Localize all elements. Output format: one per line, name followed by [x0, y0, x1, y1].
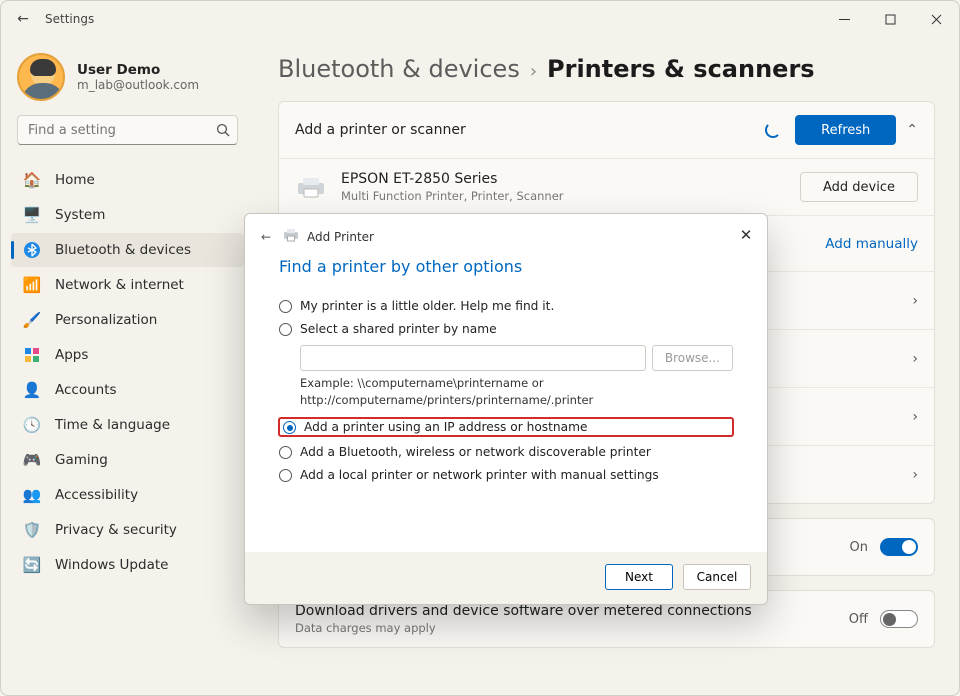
option-local-manual[interactable]: Add a local printer or network printer w…: [279, 468, 733, 482]
dialog-close-button[interactable]: ✕: [735, 224, 757, 246]
profile-block[interactable]: User Demo m_lab@outlook.com: [11, 51, 244, 115]
nav-list: 🏠Home 🖥️System Bluetooth & devices 📶Netw…: [11, 163, 244, 582]
dialog-options: My printer is a little older. Help me fi…: [245, 290, 767, 491]
refresh-button[interactable]: Refresh: [795, 115, 896, 145]
brush-icon: 🖌️: [23, 311, 41, 329]
person-icon: 👤: [23, 381, 41, 399]
add-printer-header-row: Add a printer or scanner Refresh ⌃: [279, 102, 934, 158]
printer-icon: [295, 176, 327, 198]
printer-name: EPSON ET-2850 Series: [341, 171, 800, 187]
dialog-footer: Next Cancel: [245, 552, 767, 604]
radio-icon: [279, 469, 292, 482]
chevron-right-icon: ›: [912, 351, 918, 367]
discovered-printer-row: EPSON ET-2850 Series Multi Function Prin…: [279, 158, 934, 215]
nav-windows-update[interactable]: 🔄Windows Update: [11, 548, 244, 582]
window-controls: [821, 1, 959, 37]
maximize-button[interactable]: [867, 1, 913, 37]
shared-printer-name-input[interactable]: [300, 345, 646, 371]
cancel-button[interactable]: Cancel: [683, 564, 751, 590]
dialog-back-button[interactable]: ←: [257, 230, 275, 244]
gamepad-icon: 🎮: [23, 451, 41, 469]
chevron-right-icon: ›: [912, 467, 918, 483]
bluetooth-icon: [23, 241, 41, 259]
search-input[interactable]: [17, 115, 238, 145]
nav-system[interactable]: 🖥️System: [11, 198, 244, 232]
close-button[interactable]: [913, 1, 959, 37]
sidebar: User Demo m_lab@outlook.com 🏠Home 🖥️Syst…: [1, 37, 256, 695]
search-icon: [216, 122, 230, 141]
window-title: Settings: [45, 12, 94, 26]
shared-printer-example: Example: \\computername\printername or h…: [300, 375, 670, 408]
nav-privacy[interactable]: 🛡️Privacy & security: [11, 513, 244, 547]
metered-toggle[interactable]: [880, 610, 918, 628]
option-ip-hostname[interactable]: Add a printer using an IP address or hos…: [279, 418, 733, 436]
settings-window: ← Settings User Demo m_lab@outlook.com: [0, 0, 960, 696]
default-printer-toggle[interactable]: [880, 538, 918, 556]
chevron-right-icon: ›: [912, 293, 918, 309]
toggle-label-off: Off: [849, 612, 868, 627]
browse-button[interactable]: Browse...: [652, 345, 733, 371]
radio-checked-icon: [283, 421, 296, 434]
back-button[interactable]: ←: [7, 11, 39, 27]
minimize-button[interactable]: [821, 1, 867, 37]
accessibility-icon: 👥: [23, 486, 41, 504]
chevron-up-icon[interactable]: ⌃: [906, 122, 918, 138]
option-older-printer[interactable]: My printer is a little older. Help me fi…: [279, 299, 733, 313]
home-icon: 🏠: [23, 171, 41, 189]
nav-time-language[interactable]: 🕓Time & language: [11, 408, 244, 442]
nav-accessibility[interactable]: 👥Accessibility: [11, 478, 244, 512]
chevron-right-icon: ›: [912, 409, 918, 425]
option-shared-printer[interactable]: Select a shared printer by name: [279, 322, 733, 336]
loading-spinner-icon: [765, 122, 781, 138]
nav-accounts[interactable]: 👤Accounts: [11, 373, 244, 407]
update-icon: 🔄: [23, 556, 41, 574]
radio-icon: [279, 323, 292, 336]
dialog-title: Find a printer by other options: [245, 251, 767, 290]
printer-desc: Multi Function Printer, Printer, Scanner: [341, 189, 800, 203]
breadcrumb-parent[interactable]: Bluetooth & devices: [278, 55, 520, 83]
dialog-header: ← Add Printer: [245, 214, 767, 251]
toggle-label-on: On: [850, 540, 868, 555]
shield-icon: 🛡️: [23, 521, 41, 539]
nav-apps[interactable]: Apps: [11, 338, 244, 372]
user-name: User Demo: [77, 62, 199, 78]
nav-network[interactable]: 📶Network & internet: [11, 268, 244, 302]
next-button[interactable]: Next: [605, 564, 673, 590]
user-email: m_lab@outlook.com: [77, 78, 199, 92]
radio-icon: [279, 446, 292, 459]
breadcrumb-separator: ›: [530, 61, 537, 82]
add-printer-dialog: ✕ ← Add Printer Find a printer by other …: [244, 213, 768, 605]
option-bluetooth-wireless[interactable]: Add a Bluetooth, wireless or network dis…: [279, 445, 733, 459]
nav-personalization[interactable]: 🖌️Personalization: [11, 303, 244, 337]
page-title: Printers & scanners: [547, 55, 815, 83]
clock-icon: 🕓: [23, 416, 41, 434]
avatar: [17, 53, 65, 101]
system-icon: 🖥️: [23, 206, 41, 224]
wifi-icon: 📶: [23, 276, 41, 294]
breadcrumb: Bluetooth & devices › Printers & scanner…: [278, 55, 935, 83]
apps-icon: [23, 346, 41, 364]
dialog-header-label: Add Printer: [307, 230, 374, 244]
nav-bluetooth-devices[interactable]: Bluetooth & devices: [11, 233, 244, 267]
add-manually-link[interactable]: Add manually: [825, 236, 918, 252]
nav-home[interactable]: 🏠Home: [11, 163, 244, 197]
add-device-button[interactable]: Add device: [800, 172, 918, 202]
title-bar: ← Settings: [1, 1, 959, 37]
search-box: [17, 115, 238, 145]
nav-gaming[interactable]: 🎮Gaming: [11, 443, 244, 477]
radio-icon: [279, 300, 292, 313]
printer-wizard-icon: [283, 228, 299, 245]
